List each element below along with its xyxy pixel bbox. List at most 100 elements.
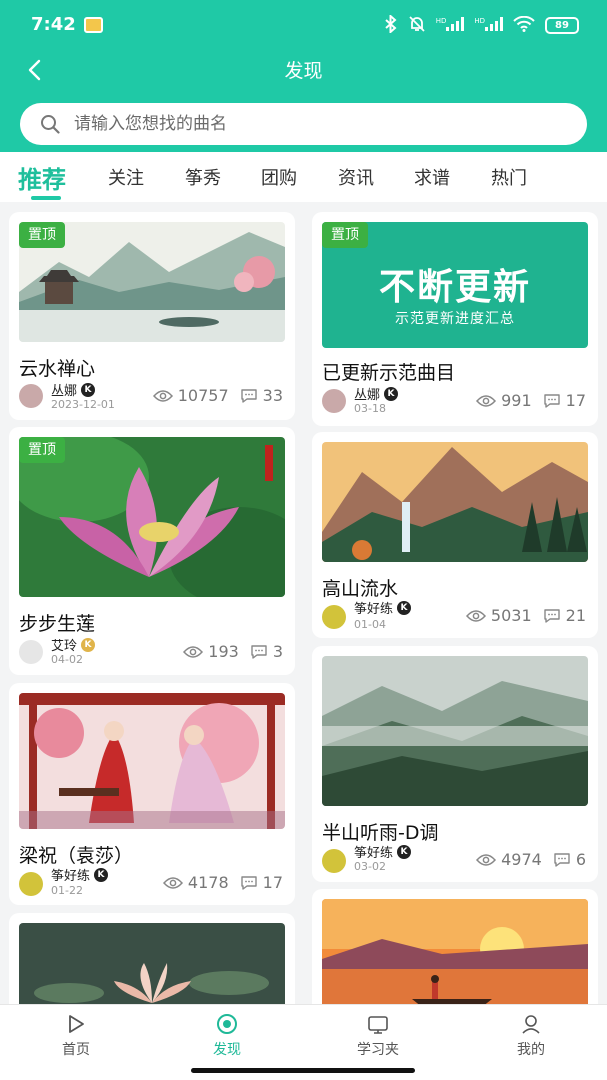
post-card[interactable]: 置顶 步步生莲 艾玲 K 04-02 193 3 [9, 427, 295, 675]
tab-zheng-show[interactable]: 筝秀 [185, 164, 221, 190]
post-stats: 4974 6 [476, 850, 586, 869]
wifi-icon [513, 15, 535, 35]
post-date: 01-04 [354, 618, 386, 631]
nav-profile-label: 我的 [517, 1042, 545, 1058]
eye-icon [466, 609, 486, 623]
status-icons: HD HD 89 [384, 13, 579, 36]
bluetooth-icon [384, 13, 398, 36]
post-date: 03-18 [354, 402, 386, 415]
banner-headline: 不断更新 [378, 267, 531, 308]
comment-count: 17 [565, 391, 586, 410]
view-count: 193 [208, 642, 239, 661]
app-header: 7:42 HD HD 89 发现 [0, 0, 607, 152]
card-image-sunset-boat [322, 899, 588, 1019]
search-bar[interactable] [20, 103, 587, 145]
eye-icon [153, 389, 173, 403]
tab-recommend[interactable]: 推荐 [18, 160, 66, 195]
avatar [322, 849, 346, 873]
home-indicator [191, 1068, 415, 1073]
card-image-mountain-waterfall [322, 442, 588, 562]
avatar [19, 384, 43, 408]
nav-discover[interactable]: 发现 [187, 1013, 267, 1059]
comment-count: 33 [262, 386, 283, 405]
hd-label-2: HD [474, 16, 485, 25]
battery-indicator: 89 [545, 16, 579, 34]
search-input[interactable] [74, 103, 554, 145]
banner-subtitle: 示范更新进度汇总 [395, 311, 515, 327]
card-title: 已更新示范曲目 [322, 362, 456, 384]
comment-count: 21 [565, 606, 586, 625]
post-date: 01-22 [51, 884, 83, 897]
comment-icon [250, 644, 268, 660]
post-card[interactable]: 高山流水 筝好练 K 01-04 5031 21 [312, 432, 598, 638]
card-title: 云水禅心 [19, 358, 96, 380]
author-label: 丛娜 [51, 384, 78, 399]
author-name: 丛娜 K [354, 384, 399, 403]
nav-profile[interactable]: 我的 [491, 1013, 571, 1059]
verified-icon: K [397, 844, 412, 859]
author-label: 筝好练 [51, 869, 91, 884]
comment-icon [543, 393, 561, 409]
post-stats: 10757 33 [153, 386, 283, 405]
nav-study-folder-label: 学习夹 [357, 1042, 399, 1058]
signal-icon-2: HD [474, 16, 503, 34]
nav-home[interactable]: 首页 [36, 1013, 116, 1059]
view-count: 991 [501, 391, 532, 410]
mute-bell-icon [408, 15, 426, 36]
user-icon [520, 1013, 542, 1035]
tab-hot[interactable]: 热门 [491, 164, 527, 190]
nav-home-label: 首页 [62, 1042, 90, 1058]
post-card[interactable]: 半山听雨-D调 筝好练 K 03-02 4974 6 [312, 646, 598, 882]
tab-news[interactable]: 资讯 [338, 164, 374, 190]
post-stats: 4178 17 [163, 873, 283, 892]
post-card[interactable]: 梁祝（袁莎） 筝好练 K 01-22 4178 17 [9, 683, 295, 905]
eye-icon [163, 876, 183, 890]
folder-icon [367, 1013, 389, 1035]
active-tab-indicator [31, 196, 61, 200]
verified-icon: K [81, 382, 96, 397]
view-count: 4178 [187, 873, 229, 892]
verified-icon: K [384, 386, 399, 401]
eye-icon [476, 853, 496, 867]
comment-icon [543, 608, 561, 624]
avatar [19, 872, 43, 896]
verified-icon: K [94, 867, 109, 882]
page-title: 发现 [284, 60, 323, 82]
tab-follow[interactable]: 关注 [108, 164, 144, 190]
discover-icon [216, 1013, 238, 1035]
avatar [322, 605, 346, 629]
post-stats: 5031 21 [466, 606, 586, 625]
card-title: 梁祝（袁莎） [19, 845, 134, 867]
tab-group-buy[interactable]: 团购 [261, 164, 297, 190]
eye-icon [476, 394, 496, 408]
post-card[interactable]: 不断更新 示范更新进度汇总 置顶 已更新示范曲目 丛娜 K 03-18 991 1… [312, 212, 598, 426]
comment-icon [240, 388, 258, 404]
card-title: 半山听雨-D调 [322, 822, 439, 844]
view-count: 10757 [177, 386, 229, 405]
notification-icon [84, 17, 103, 33]
author-label: 筝好练 [354, 602, 394, 617]
play-icon [65, 1013, 87, 1035]
nav-study-folder[interactable]: 学习夹 [338, 1013, 418, 1059]
post-card[interactable]: 置顶 云水禅心 丛娜 K 2023-12-01 10757 33 [9, 212, 295, 420]
nav-bar: 发现 [0, 50, 607, 90]
comment-count: 17 [262, 873, 283, 892]
author-name: 筝好练 K [354, 842, 412, 861]
view-count: 5031 [490, 606, 532, 625]
comment-count: 3 [272, 642, 283, 661]
pinned-badge: 置顶 [322, 222, 368, 248]
author-label: 筝好练 [354, 846, 394, 861]
status-bar: 7:42 HD HD 89 [0, 0, 607, 50]
verified-icon: K [81, 637, 96, 652]
post-date: 03-02 [354, 860, 386, 873]
pinned-badge: 置顶 [19, 437, 65, 463]
comment-icon [553, 852, 571, 868]
tab-sheet-request[interactable]: 求谱 [414, 164, 450, 190]
eye-icon [183, 645, 203, 659]
post-date: 2023-12-01 [51, 398, 115, 411]
avatar [322, 389, 346, 413]
post-stats: 193 3 [183, 642, 283, 661]
author-name: 筝好练 K [51, 865, 109, 884]
comment-count: 6 [575, 850, 586, 869]
card-image-misty-forest [322, 656, 588, 806]
